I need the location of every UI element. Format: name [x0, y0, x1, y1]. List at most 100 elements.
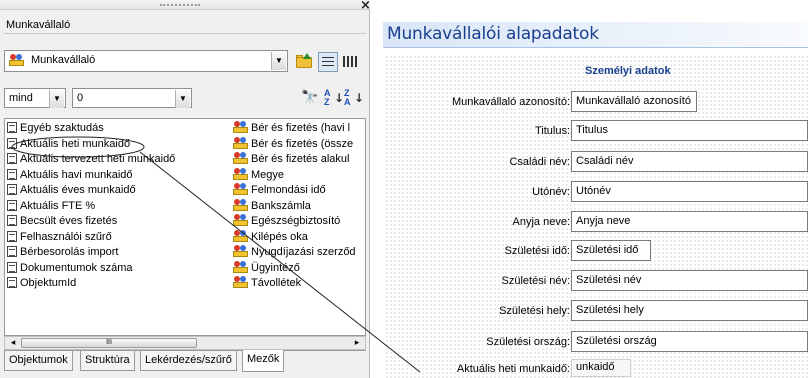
field-list: Egyéb szaktudás Aktuális heti munkaidő A… — [7, 121, 231, 292]
entity-item[interactable]: Bankszámla — [233, 198, 365, 215]
entity-icon — [233, 121, 248, 133]
field-label-employee-id: Munkavállaló azonosító: — [451, 96, 570, 108]
field-item-label: ObjektumId — [20, 277, 77, 289]
field-browser-pane: × Munkavállaló Munkavállaló ▼ mind ▼ 0 ▼… — [0, 0, 371, 378]
tab-strip: Objektumok Struktúra Lekérdezés/szűrő Me… — [4, 350, 366, 372]
field-doc-icon — [7, 184, 17, 195]
field-label-birth-date: Születési idő: — [504, 245, 570, 257]
field-label-birth-country: Születési ország: — [486, 336, 570, 348]
field-label-weekly-hours: Aktuális heti munkaidő: — [456, 363, 570, 375]
birth-place-field[interactable]: Születési hely — [571, 300, 808, 321]
field-doc-icon — [7, 137, 17, 149]
scroll-thumb[interactable]: III — [21, 338, 197, 348]
field-item[interactable]: Dokumentumok száma — [7, 261, 231, 277]
entity-item[interactable]: Bér és fizetés (havi l — [233, 121, 365, 137]
entity-item-label: Ügyintéző — [251, 261, 300, 274]
sort-letter-bottom: A — [344, 97, 351, 107]
field-item[interactable]: Aktuális heti munkaidő — [7, 137, 231, 153]
entity-item[interactable]: Távollétek — [233, 276, 365, 292]
field-doc-icon — [7, 246, 17, 257]
sort-ascending-icon[interactable]: A Z ↓ — [322, 88, 344, 108]
entity-item-label: Bér és fizetés (össze — [251, 137, 354, 150]
pane-drag-grip[interactable] — [0, 0, 370, 10]
sort-arrow-icon: ↓ — [354, 91, 365, 105]
weekly-hours-field[interactable]: unkaidő — [571, 359, 631, 377]
field-doc-icon — [7, 261, 17, 273]
entity-item[interactable]: Nyugdíjazási szerződ — [233, 245, 365, 261]
tab-lekerdezes-szuro[interactable]: Lekérdezés/szűrő — [140, 351, 237, 371]
field-item-label: Aktuális havi munkaidő — [20, 168, 133, 181]
field-label-birth-name: Születési név: — [501, 275, 570, 287]
field-doc-icon — [7, 230, 17, 242]
field-doc-icon — [7, 277, 17, 288]
birth-date-field[interactable]: Születési idő — [571, 240, 651, 261]
folder-up-icon[interactable] — [294, 52, 314, 72]
title-field[interactable]: Titulus — [571, 120, 808, 141]
grid-view-icon[interactable] — [340, 52, 360, 72]
level-select[interactable]: 0 ▼ — [72, 88, 192, 108]
tab-objektumok[interactable]: Objektumok — [4, 351, 73, 371]
entity-item[interactable]: Ügyintéző — [233, 260, 365, 277]
entity-icon — [233, 276, 248, 288]
field-item-label: Aktuális tervezett heti munkaidő — [20, 153, 176, 165]
chevron-down-icon[interactable]: ▼ — [175, 90, 190, 108]
entity-icon — [233, 136, 248, 149]
entity-item-label: Kilépés oka — [251, 230, 308, 243]
entity-item[interactable]: Kilépés oka — [233, 229, 365, 246]
related-entity-list: Bér és fizetés (havi l Bér és fizetés (ö… — [233, 121, 365, 292]
field-item[interactable]: Bérbesorolás import — [7, 245, 231, 261]
field-item[interactable]: Aktuális éves munkaidő — [7, 183, 231, 199]
entity-item[interactable]: Megye — [233, 167, 365, 184]
tab-mezok[interactable]: Mezők — [242, 350, 285, 372]
field-label-mother-name: Anyja neve: — [512, 216, 570, 228]
field-item-label: Egyéb szaktudás — [20, 122, 104, 134]
pane-title: Munkavállaló — [4, 16, 366, 34]
field-doc-icon — [7, 122, 17, 133]
entity-item[interactable]: Felmondási idő — [233, 183, 365, 199]
find-icon[interactable]: 🔭 — [300, 88, 320, 108]
field-item[interactable]: Aktuális havi munkaidő — [7, 168, 231, 184]
list-view-icon[interactable] — [318, 52, 338, 72]
entity-item-label: Megye — [251, 168, 285, 181]
field-item-label: Dokumentumok száma — [20, 261, 133, 274]
entity-icon — [233, 214, 248, 226]
entity-item-label: Távollétek — [251, 277, 302, 289]
field-label-family-name: Családi név: — [509, 156, 570, 168]
form-canvas[interactable]: Személyi adatok Munkavállaló azonosító: … — [385, 55, 808, 378]
field-item[interactable]: Aktuális tervezett heti munkaidő — [7, 152, 231, 168]
entity-select[interactable]: Munkavállaló ▼ — [4, 50, 288, 72]
scroll-left-icon[interactable]: ◂ — [6, 337, 20, 349]
chevron-down-icon[interactable]: ▼ — [49, 90, 64, 108]
entity-item[interactable]: Bér és fizetés (össze — [233, 136, 365, 153]
level-select-value: 0 — [77, 92, 84, 104]
scroll-right-icon[interactable]: ▸ — [350, 337, 364, 349]
entity-item-label: Bér és fizetés alakul — [251, 153, 350, 165]
field-item[interactable]: Felhasználói szűrő — [7, 230, 231, 246]
entity-select-value: Munkavállaló — [31, 54, 96, 66]
form-title: Munkavállalói alapadatok — [387, 24, 599, 44]
form-designer-pane: Munkavállalói alapadatok Személyi adatok… — [371, 0, 808, 378]
given-name-field[interactable]: Utónév — [571, 181, 808, 202]
birth-name-field[interactable]: Születési név — [571, 270, 808, 291]
mother-name-field[interactable]: Anyja neve — [571, 211, 808, 232]
field-item[interactable]: Egyéb szaktudás — [7, 121, 231, 137]
chevron-down-icon[interactable]: ▼ — [271, 52, 286, 70]
scope-select[interactable]: mind ▼ — [4, 88, 66, 108]
horizontal-scrollbar[interactable]: ◂ III ▸ — [4, 336, 366, 350]
family-name-field[interactable]: Családi név — [571, 151, 808, 172]
field-item-label: Bérbesorolás import — [20, 246, 119, 258]
entity-item-label: Felmondási idő — [251, 184, 326, 196]
entity-item[interactable]: Egészségbiztosító — [233, 214, 365, 230]
tab-struktura[interactable]: Struktúra — [80, 351, 135, 371]
field-item[interactable]: ObjektumId — [7, 276, 231, 292]
field-item[interactable]: Becsült éves fizetés — [7, 214, 231, 230]
employee-id-field[interactable]: Munkavállaló azonosító — [571, 91, 697, 112]
sort-descending-icon[interactable]: Z A ↓ — [342, 88, 365, 108]
field-label-title: Titulus: — [534, 125, 570, 137]
grip-dots — [160, 0, 200, 6]
entity-item[interactable]: Bér és fizetés alakul — [233, 152, 365, 168]
entity-icon — [233, 198, 248, 211]
birth-country-field[interactable]: Születési ország — [571, 331, 808, 352]
entity-item-label: Nyugdíjazási szerződ — [251, 246, 356, 258]
field-item[interactable]: Aktuális FTE % — [7, 199, 231, 215]
